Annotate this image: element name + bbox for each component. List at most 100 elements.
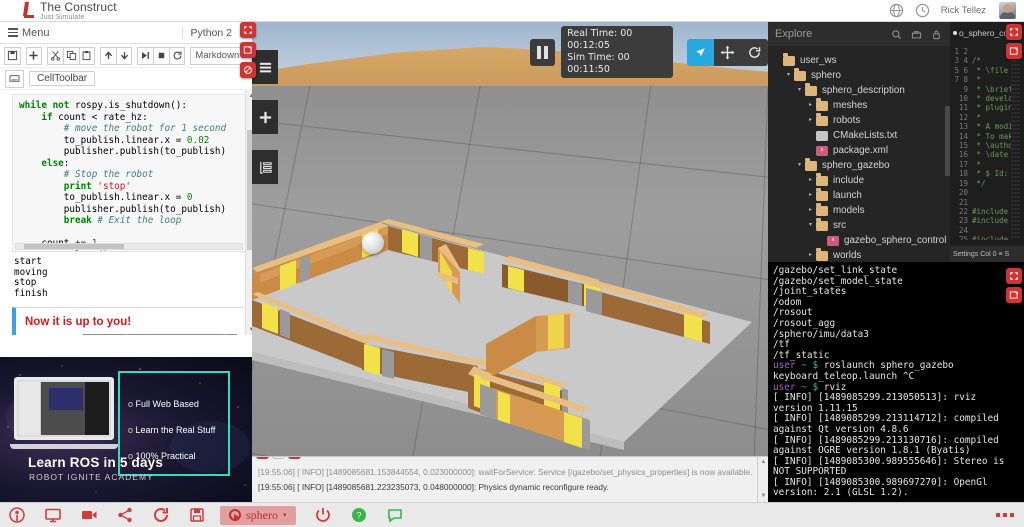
- tree-item-label: robots: [833, 115, 861, 126]
- pause-icon[interactable]: [530, 38, 556, 66]
- lock-icon[interactable]: [929, 27, 943, 41]
- gazebo-log: [19:55:06] [ INFO] [1489085681.153844554…: [252, 456, 768, 502]
- screen-icon[interactable]: [44, 506, 62, 524]
- insert-plus-icon[interactable]: [252, 100, 278, 134]
- scroll-up-icon[interactable]: ▲: [758, 457, 768, 468]
- ros-logo-icon[interactable]: [8, 506, 26, 524]
- select-arrow-icon[interactable]: [686, 38, 714, 66]
- power-icon[interactable]: [314, 506, 332, 524]
- terminal-prompt-user: user: [773, 381, 796, 393]
- chevron-right-icon[interactable]: ▸: [805, 203, 816, 218]
- folder-icon: [816, 173, 828, 186]
- notebook-toolbar: Markdown ▾: [0, 44, 256, 68]
- hide-icon[interactable]: [240, 62, 256, 78]
- construct-logo[interactable]: The Construct Just Simulate: [22, 1, 117, 21]
- code-cell[interactable]: while not rospy.is_shutdown(): if count …: [12, 94, 246, 252]
- tree-item[interactable]: ▸ launch: [768, 188, 950, 203]
- app-launcher-sphero[interactable]: sphero ▾: [220, 505, 296, 525]
- notebook-subtoolbar: CellToolbar: [0, 68, 256, 90]
- tree-item-label: meshes: [833, 100, 868, 111]
- expand-icon[interactable]: [256, 457, 269, 459]
- search-icon[interactable]: [889, 27, 903, 41]
- hide-icon[interactable]: [288, 457, 301, 459]
- collapse-icon[interactable]: [909, 27, 923, 41]
- tree-item[interactable]: ▸ include: [768, 173, 950, 188]
- chevron-right-icon[interactable]: ▸: [805, 188, 816, 203]
- terminal[interactable]: /gazebo/set_link_state /gazebo/set_model…: [768, 262, 1024, 502]
- tree-item[interactable]: ▸ models: [768, 203, 950, 218]
- tree-item[interactable]: user_ws: [768, 53, 950, 68]
- tree-item[interactable]: ▸ meshes: [768, 98, 950, 113]
- user-name[interactable]: Rick Tellez: [941, 5, 986, 16]
- sphero-robot[interactable]: [362, 232, 384, 254]
- tree-item[interactable]: ▾ sphero: [768, 68, 950, 83]
- rotate-icon[interactable]: [740, 38, 768, 66]
- help-icon[interactable]: ?: [350, 506, 368, 524]
- gazebo-log-scrollbar[interactable]: ▲ ▼: [757, 457, 768, 502]
- tree-item[interactable]: ▸ robots: [768, 113, 950, 128]
- add-cell-icon[interactable]: [25, 46, 43, 65]
- note-text: Did you try to drive the robot: [25, 334, 77, 335]
- move-down-icon[interactable]: [115, 46, 133, 65]
- tree-item[interactable]: x gazebo_sphero_control: [768, 233, 950, 248]
- file-tree[interactable]: user_ws ▾ sphero ▾ sphero_description ▸ meshes…: [768, 46, 950, 262]
- kernel-indicator[interactable]: Python 2: [181, 26, 232, 39]
- expand-icon[interactable]: [1006, 24, 1022, 40]
- stop-icon[interactable]: [153, 46, 170, 65]
- chevron-right-icon[interactable]: ▸: [805, 98, 816, 113]
- terminal-prompt-sep: ~: [801, 360, 807, 372]
- tree-item[interactable]: ▸ worlds: [768, 248, 950, 262]
- keyboard-icon[interactable]: [5, 69, 24, 88]
- terminal-line: /gazebo/set_model_state: [773, 275, 903, 287]
- stop-icon[interactable]: [272, 457, 285, 459]
- tree-item[interactable]: CMakeLists.txt: [768, 128, 950, 143]
- file-icon: [816, 130, 828, 141]
- move-up-icon[interactable]: [100, 46, 117, 65]
- chevron-right-icon[interactable]: ▸: [805, 173, 816, 188]
- editor-code-area[interactable]: 1 2 3 4 5 6 7 8 9 10 11 12 13 14 15 16 1…: [950, 44, 1024, 240]
- ad-panel[interactable]: Full Web Based Learn the Real Stuff 100%…: [0, 357, 256, 502]
- video-record-icon[interactable]: [80, 506, 98, 524]
- translate-icon[interactable]: [713, 38, 741, 66]
- avatar[interactable]: [999, 2, 1016, 19]
- globe-icon[interactable]: [889, 3, 904, 18]
- tree-item[interactable]: ▾ src: [768, 218, 950, 233]
- restart-icon[interactable]: [168, 46, 186, 65]
- tree-panel-icon[interactable]: [252, 150, 278, 184]
- copy-icon[interactable]: [62, 46, 80, 65]
- refresh-icon[interactable]: [152, 506, 170, 524]
- tree-item[interactable]: x package.xml: [768, 143, 950, 158]
- chevron-down-icon[interactable]: ▾: [783, 68, 794, 83]
- chevron-right-icon[interactable]: ▸: [805, 248, 816, 262]
- cut-icon[interactable]: [47, 46, 64, 65]
- gazebo-log-buttons: [256, 457, 301, 459]
- edit-icon[interactable]: [1006, 43, 1022, 59]
- save-icon[interactable]: [4, 46, 21, 65]
- expand-icon[interactable]: [1006, 268, 1022, 284]
- scroll-down-icon[interactable]: ▼: [758, 491, 768, 502]
- editor-minimap[interactable]: [1011, 44, 1020, 240]
- chat-icon[interactable]: [386, 506, 404, 524]
- share-icon[interactable]: [116, 506, 134, 524]
- clock-icon[interactable]: [915, 3, 930, 18]
- laptop-image: [10, 377, 118, 449]
- note-image: [83, 334, 237, 335]
- cell-toolbar-button[interactable]: CellToolbar: [29, 71, 96, 86]
- save-icon[interactable]: [188, 506, 206, 524]
- edit-icon[interactable]: [240, 42, 256, 58]
- chevron-down-icon[interactable]: ▾: [794, 83, 805, 98]
- chevron-down-icon[interactable]: ▾: [805, 218, 816, 233]
- tree-item[interactable]: ▾ sphero_gazebo: [768, 158, 950, 173]
- notebook-menu-button[interactable]: Menu: [8, 26, 50, 39]
- tree-item-label: src: [833, 220, 847, 231]
- chevron-down-icon[interactable]: ▾: [794, 158, 805, 173]
- sim-time-label: Sim Time: 00 00:11:50: [567, 52, 630, 75]
- tree-item[interactable]: ▾ sphero_description: [768, 83, 950, 98]
- paste-icon[interactable]: [78, 46, 96, 65]
- chevron-right-icon[interactable]: ▸: [805, 113, 816, 128]
- code-cell-hscrollbar[interactable]: [15, 243, 243, 250]
- edit-icon[interactable]: [1006, 287, 1022, 303]
- run-icon[interactable]: [137, 46, 155, 65]
- gazebo-panel[interactable]: Real Time: 00 00:12:05 Sim Time: 00 00:1…: [252, 22, 768, 502]
- expand-icon[interactable]: [240, 22, 256, 38]
